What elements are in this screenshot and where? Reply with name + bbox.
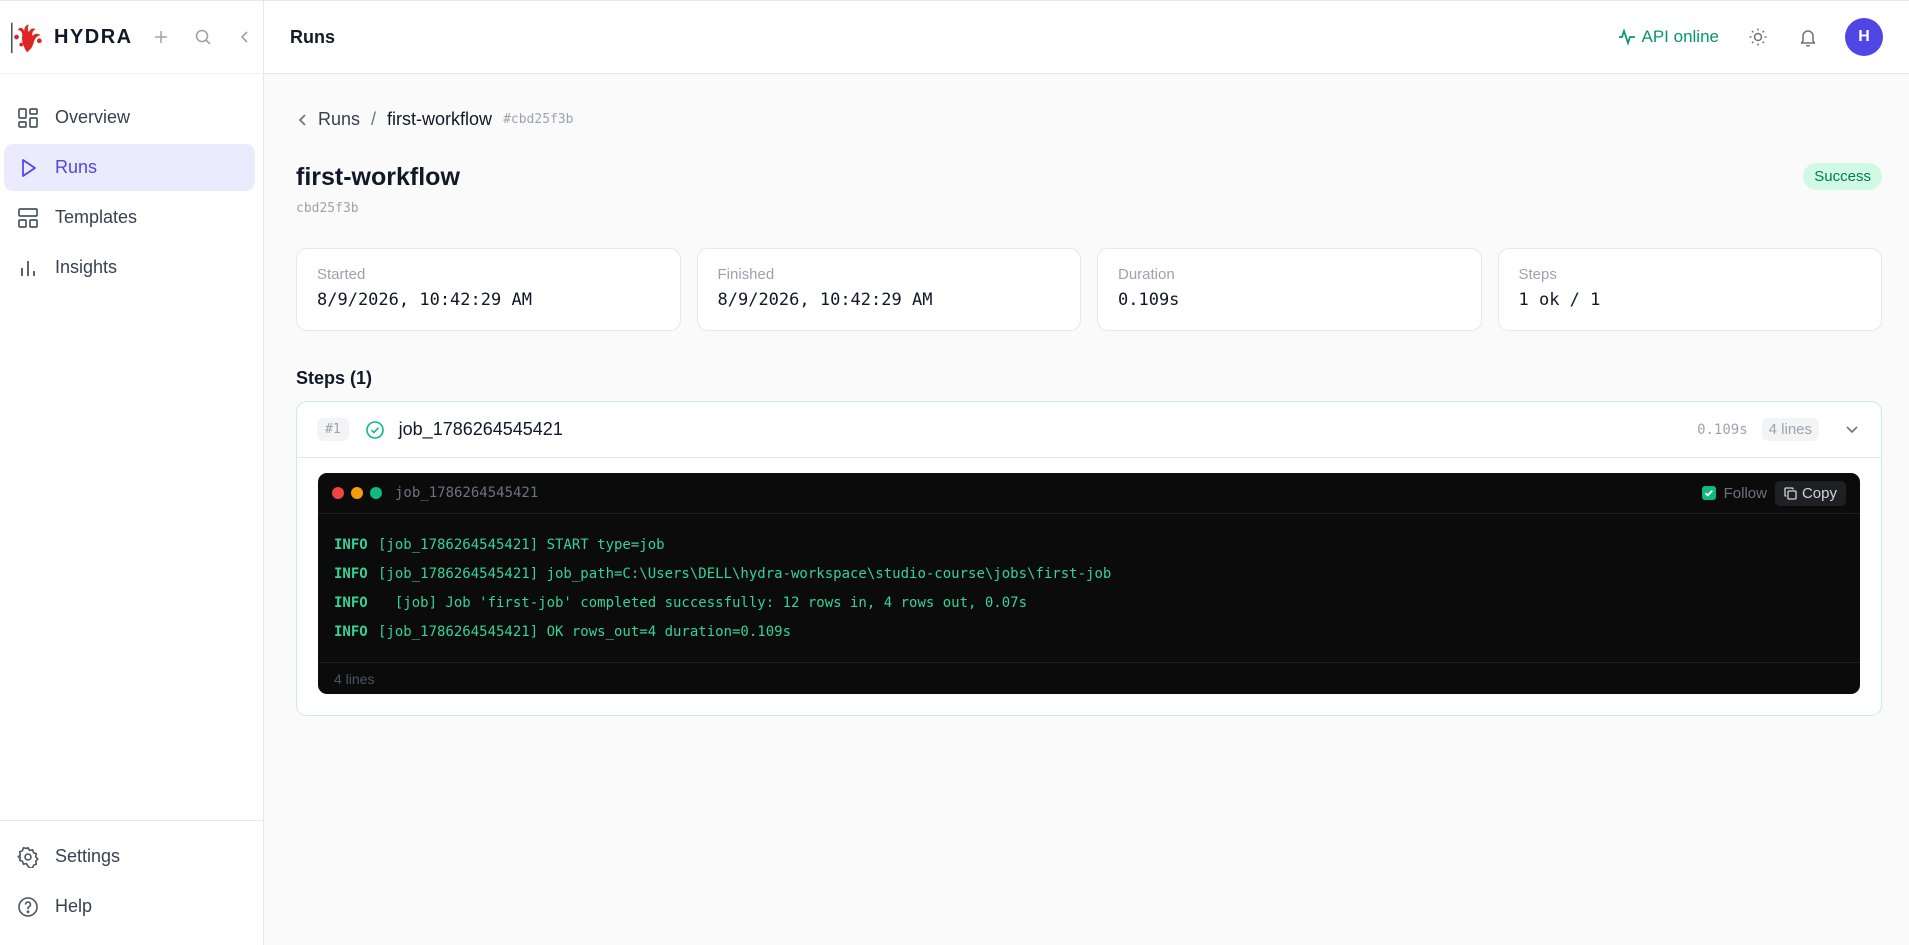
sidebar-item-label: Insights [55, 257, 118, 277]
page-title: first-workflow [296, 163, 460, 191]
log-level: INFO [334, 595, 368, 611]
collapse-sidebar-icon[interactable] [235, 27, 255, 47]
step-duration: 0.109s [1697, 421, 1748, 438]
api-status-label: API online [1641, 27, 1720, 46]
follow-toggle[interactable]: Follow [1701, 484, 1767, 502]
search-icon[interactable] [193, 27, 213, 47]
terminal-header: job_1786264545421 Follow Copy [318, 473, 1860, 514]
stat-label: Steps [1518, 266, 1557, 283]
brand-bar: HYDRA [0, 0, 263, 74]
stat-card-finished: Finished 8/9/2026, 10:42:29 AM [696, 248, 1081, 331]
sidebar-item-overview[interactable]: Overview [4, 94, 255, 141]
breadcrumb: Runs / first-workflow #cbd25f3b [296, 109, 1882, 130]
log-level: INFO [334, 537, 368, 553]
templates-icon [16, 206, 40, 230]
copy-button[interactable]: Copy [1774, 480, 1846, 506]
overview-icon [16, 106, 40, 130]
log-line: INFO [job] Job 'first-job' completed suc… [334, 589, 1844, 618]
sidebar-item-label: Settings [55, 846, 121, 866]
status-badge: Success [1803, 163, 1882, 190]
sidebar-item-label: Runs [55, 157, 98, 177]
chevron-down-icon[interactable] [1843, 420, 1863, 440]
checkbox-checked-icon[interactable] [1701, 486, 1716, 500]
terminal-title: job_1786264545421 [395, 485, 539, 501]
breadcrumb-hash: #cbd25f3b [503, 112, 574, 127]
breadcrumb-runs-link[interactable]: Runs [318, 109, 360, 130]
log-level: INFO [334, 566, 368, 582]
sidebar-item-label: Templates [55, 207, 138, 227]
stat-value: 1 ok / 1 [1518, 290, 1601, 310]
stat-label: Started [317, 266, 366, 283]
copy-icon [1784, 486, 1797, 500]
sidebar-bottom: Settings Help [0, 820, 263, 945]
sidebar-item-runs[interactable]: Runs [4, 144, 255, 191]
bell-icon[interactable] [1797, 26, 1819, 48]
run-stats: Started 8/9/2026, 10:42:29 AM Finished 8… [296, 248, 1882, 331]
top-bar-actions: API online H [1618, 18, 1883, 56]
stat-card-started: Started 8/9/2026, 10:42:29 AM [296, 248, 681, 331]
log-line: INFO [job_1786264545421] START type=job [334, 531, 1844, 560]
log-line: INFO [job_1786264545421] job_path=C:\User… [334, 560, 1844, 589]
log-line: INFO [job_1786264545421] OK rows_out=4 du… [334, 618, 1844, 647]
breadcrumb-current: first-workflow [387, 109, 493, 129]
sidebar-item-label: Overview [55, 107, 131, 127]
terminal-footer: 4 lines [318, 662, 1860, 694]
run-id: cbd25f3b [296, 201, 359, 216]
log-level: INFO [334, 624, 368, 640]
log-terminal: job_1786264545421 Follow Copy INFO [job_… [318, 473, 1860, 694]
green-dot-icon [370, 487, 382, 499]
sidebar-nav: Overview Runs Templates Insights [0, 74, 263, 291]
red-dot-icon [332, 487, 344, 499]
step-header[interactable]: #1 job_1786264545421 0.109s 4 lines [297, 402, 1881, 458]
gear-icon [16, 845, 40, 869]
sidebar-item-insights[interactable]: Insights [4, 244, 255, 291]
step-lines-badge: 4 lines [1761, 418, 1819, 441]
terminal-tools: Follow Copy [1701, 480, 1846, 506]
log-text: [job] Job 'first-job' completed successf… [378, 595, 1028, 611]
yellow-dot-icon [351, 487, 363, 499]
terminal-body: INFO [job_1786264545421] START type=job I… [318, 514, 1860, 662]
brand-name: HYDRA [54, 25, 133, 48]
log-text: [job_1786264545421] job_path=C:\Users\DE… [378, 566, 1112, 582]
page-header-title: Runs [290, 26, 335, 47]
step-number: #1 [317, 418, 349, 441]
step-name: job_1786264545421 [398, 419, 563, 439]
api-status: API online [1618, 27, 1720, 47]
stat-label: Duration [1118, 266, 1175, 283]
play-icon [16, 156, 40, 180]
hydra-logo-icon [11, 22, 42, 54]
top-bar: Runs API online H [264, 0, 1909, 74]
copy-label: Copy [1801, 484, 1837, 502]
sidebar-item-settings[interactable]: Settings [4, 833, 255, 880]
step-meta: 0.109s 4 lines [1697, 418, 1863, 441]
theme-toggle-icon[interactable] [1747, 26, 1769, 48]
main-content: Runs / first-workflow #cbd25f3b first-wo… [264, 74, 1909, 945]
avatar[interactable]: H [1845, 18, 1883, 56]
stat-value: 0.109s [1118, 290, 1180, 310]
help-icon [16, 895, 40, 919]
run-header: first-workflow cbd25f3b Success [296, 163, 1882, 216]
check-circle-icon [365, 420, 385, 440]
sidebar-item-label: Help [55, 896, 93, 916]
log-text: [job_1786264545421] START type=job [378, 537, 665, 553]
stat-card-duration: Duration 0.109s [1097, 248, 1482, 331]
sidebar: HYDRA Overview Runs Templates Insights S… [0, 0, 264, 945]
step-card: #1 job_1786264545421 0.109s 4 lines job_… [296, 401, 1882, 716]
stat-value: 8/9/2026, 10:42:29 AM [317, 290, 532, 310]
log-text: [job_1786264545421] OK rows_out=4 durati… [378, 624, 792, 640]
steps-heading: Steps (1) [296, 368, 373, 388]
stat-label: Finished [717, 266, 775, 283]
activity-icon [1618, 28, 1635, 46]
follow-label: Follow [1723, 484, 1767, 502]
chart-icon [16, 256, 40, 280]
sidebar-item-help[interactable]: Help [4, 883, 255, 930]
chevron-left-icon[interactable] [296, 113, 310, 127]
sidebar-item-templates[interactable]: Templates [4, 194, 255, 241]
stat-card-steps: Steps 1 ok / 1 [1497, 248, 1882, 331]
stat-value: 8/9/2026, 10:42:29 AM [717, 290, 933, 310]
brand-tools [151, 27, 255, 47]
breadcrumb-separator: / [371, 109, 377, 129]
plus-icon[interactable] [151, 27, 171, 47]
